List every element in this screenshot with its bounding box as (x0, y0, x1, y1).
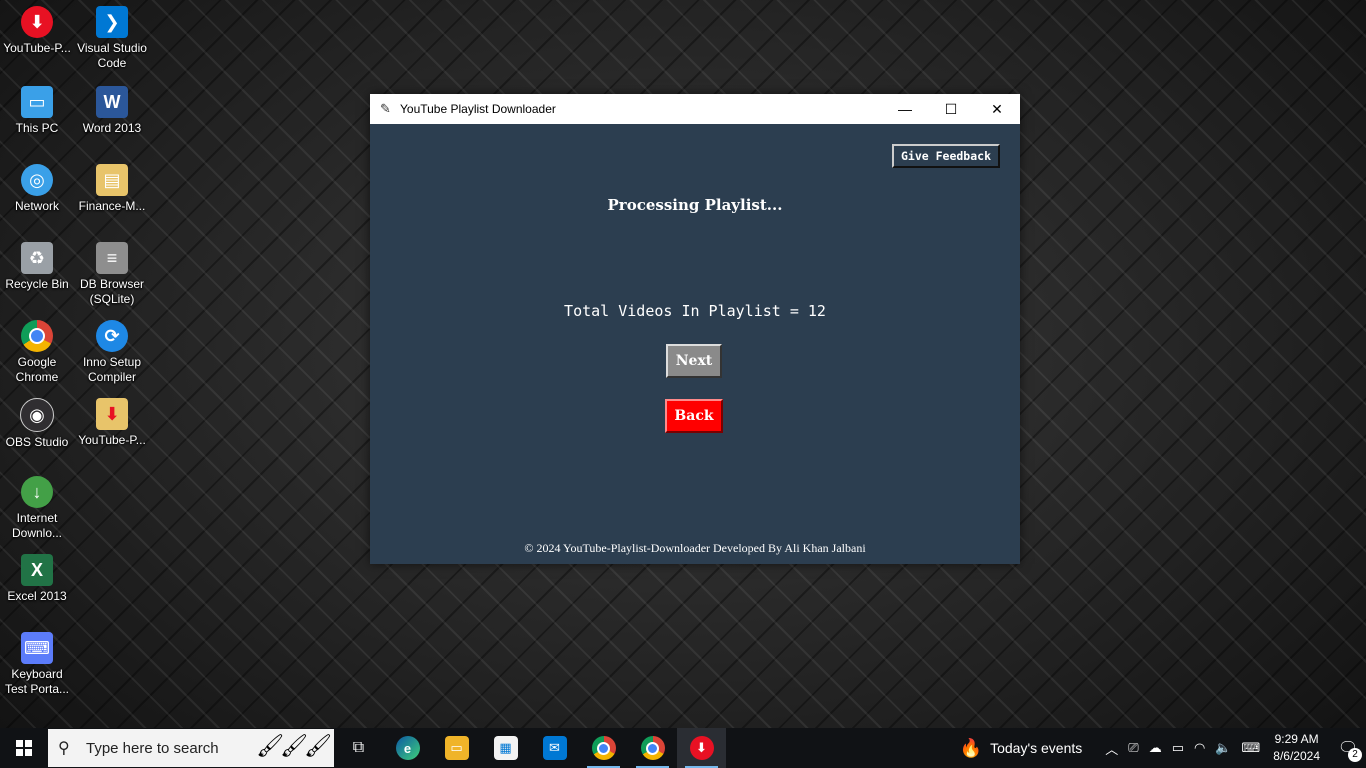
system-tray: 🔥 Today's events ︿ ⎚ ☁ ▭ ◠ 🔈 ⌨ 9:29 AM 8… (960, 728, 1366, 768)
desktop-icon-label: This PC (15, 121, 59, 135)
title-bar[interactable]: ✎ YouTube Playlist Downloader — ☐ ✕ (370, 94, 1020, 124)
chevron-up-icon[interactable]: ︿ (1105, 739, 1118, 758)
idm-icon: ↓ (21, 476, 53, 508)
taskbar: ⚲ Type here to search 🖌🖌🖌 ⧉ e ▭ ▦ ✉ ⬇ 🔥 … (0, 728, 1366, 768)
desktop-icon-idm[interactable]: ↓ Internet Downlo... (1, 476, 73, 541)
clock-time: 9:29 AM (1274, 732, 1319, 746)
battery-icon[interactable]: ▭ (1172, 740, 1184, 756)
network-icon: ◎ (21, 164, 53, 196)
desktop-icon-label: Inno Setup Compiler (82, 355, 142, 384)
desktop-icon-chrome[interactable]: Google Chrome (1, 320, 73, 385)
window-title: YouTube Playlist Downloader (400, 102, 556, 116)
word-icon: W (96, 86, 128, 118)
desktop-icon-label: Visual Studio Code (77, 41, 147, 70)
weather-icon: 🔥 (959, 737, 983, 758)
onedrive-icon[interactable]: ☁ (1149, 740, 1162, 756)
search-highlight-icon: 🖌🖌🖌 (256, 733, 332, 758)
news-label: Today's events (990, 740, 1083, 756)
keyboard-test-icon: ⌨ (21, 632, 53, 664)
desktop-icon-finance[interactable]: ▤ Finance-M... (76, 164, 148, 214)
task-view-button[interactable]: ⧉ (334, 728, 383, 768)
taskbar-youtube-downloader[interactable]: ⬇ (677, 728, 726, 768)
desktop-icon-label: Finance-M... (78, 199, 146, 213)
volume-icon[interactable]: 🔈 (1215, 740, 1231, 756)
chrome-profile-icon (640, 736, 665, 760)
processing-heading: Processing Playlist... (607, 196, 783, 214)
obs-icon: ◉ (20, 398, 54, 432)
taskbar-mail[interactable]: ✉ (530, 728, 579, 768)
taskbar-chrome-profile[interactable] (628, 728, 677, 768)
mail-icon: ✉ (542, 736, 567, 760)
minimize-button[interactable]: — (882, 94, 928, 124)
desktop-icon-youtube-downloader-file[interactable]: ⬇ YouTube-P... (76, 398, 148, 448)
chrome-icon (591, 736, 616, 760)
desktop-icon-label: DB Browser (SQLite) (79, 277, 144, 306)
notification-badge: 2 (1348, 748, 1362, 762)
database-icon: ≡ (96, 242, 128, 274)
inno-setup-icon: ⟳ (96, 320, 128, 352)
desktop-icon-this-pc[interactable]: ▭ This PC (1, 86, 73, 136)
desktop-icon-label: Word 2013 (82, 121, 142, 135)
wifi-icon[interactable]: ◠ (1194, 740, 1205, 756)
desktop-icon-label: Keyboard Test Porta... (4, 667, 70, 696)
desktop-icon-label: Google Chrome (15, 355, 59, 384)
taskbar-file-explorer[interactable]: ▭ (432, 728, 481, 768)
clock[interactable]: 9:29 AM 8/6/2024 (1273, 731, 1320, 765)
back-button[interactable]: Back (665, 399, 723, 433)
taskbar-edge[interactable]: e (383, 728, 432, 768)
youtube-downloader-file-icon: ⬇ (96, 398, 128, 430)
desktop-icon-label: Network (14, 199, 59, 213)
youtube-downloader-icon: ⬇ (689, 736, 714, 760)
excel-icon: X (21, 554, 53, 586)
desktop-icon-label: YouTube-P... (3, 41, 71, 55)
desktop-icon-keyboard-test[interactable]: ⌨ Keyboard Test Porta... (1, 632, 73, 697)
desktop-icon-label: OBS Studio (5, 435, 69, 449)
close-button[interactable]: ✕ (974, 94, 1020, 124)
microsoft-store-icon: ▦ (493, 736, 518, 760)
youtube-downloader-icon: ⬇ (21, 6, 53, 38)
news-widget[interactable]: 🔥 Today's events (960, 738, 1083, 759)
windows-icon (16, 740, 32, 756)
desktop-icon-recycle-bin[interactable]: ♻ Recycle Bin (1, 242, 73, 292)
desktop-icon-label: Internet Downlo... (11, 511, 63, 540)
app-window: ✎ YouTube Playlist Downloader — ☐ ✕ Give… (370, 94, 1020, 564)
desktop-icon-word[interactable]: W Word 2013 (76, 86, 148, 136)
recycle-bin-icon: ♻ (21, 242, 53, 274)
folder-icon: ▤ (96, 164, 128, 196)
clock-date: 8/6/2024 (1273, 749, 1320, 763)
computer-icon: ▭ (21, 86, 53, 118)
copyright-footer: © 2024 YouTube-Playlist-Downloader Devel… (524, 541, 866, 555)
total-videos-label: Total Videos In Playlist = 12 (564, 302, 826, 320)
start-button[interactable] (0, 728, 48, 768)
desktop-icon-inno-setup[interactable]: ⟳ Inno Setup Compiler (76, 320, 148, 385)
feather-icon: ✎ (380, 101, 391, 116)
desktop-icon-db-browser[interactable]: ≡ DB Browser (SQLite) (76, 242, 148, 307)
desktop-icon-label: Excel 2013 (7, 589, 67, 603)
desktop-icon-label: Recycle Bin (5, 277, 69, 291)
desktop-icon-network[interactable]: ◎ Network (1, 164, 73, 214)
chrome-icon (21, 320, 53, 352)
search-placeholder: Type here to search (86, 739, 219, 757)
edge-icon: e (395, 736, 420, 760)
next-button[interactable]: Next (666, 344, 722, 378)
file-explorer-icon: ▭ (444, 736, 469, 760)
camera-icon[interactable]: ⎚ (1128, 740, 1138, 756)
taskbar-store[interactable]: ▦ (481, 728, 530, 768)
desktop-icon-youtube-downloader[interactable]: ⬇ YouTube-P... (1, 6, 73, 56)
search-box[interactable]: ⚲ Type here to search 🖌🖌🖌 (48, 729, 334, 767)
give-feedback-button[interactable]: Give Feedback (892, 144, 1000, 168)
desktop-icon-obs[interactable]: ◉ OBS Studio (1, 398, 73, 450)
task-view-icon: ⧉ (352, 739, 365, 756)
desktop-icon-label: YouTube-P... (78, 433, 146, 447)
desktop-icon-vscode[interactable]: ❯ Visual Studio Code (76, 6, 148, 71)
search-icon: ⚲ (58, 740, 70, 757)
taskbar-chrome[interactable] (579, 728, 628, 768)
desktop-icon-excel[interactable]: X Excel 2013 (1, 554, 73, 604)
notification-center-button[interactable]: 🗨 2 (1330, 728, 1366, 768)
keyboard-icon[interactable]: ⌨ (1242, 740, 1261, 756)
maximize-button[interactable]: ☐ (928, 94, 974, 124)
vscode-icon: ❯ (96, 6, 128, 38)
